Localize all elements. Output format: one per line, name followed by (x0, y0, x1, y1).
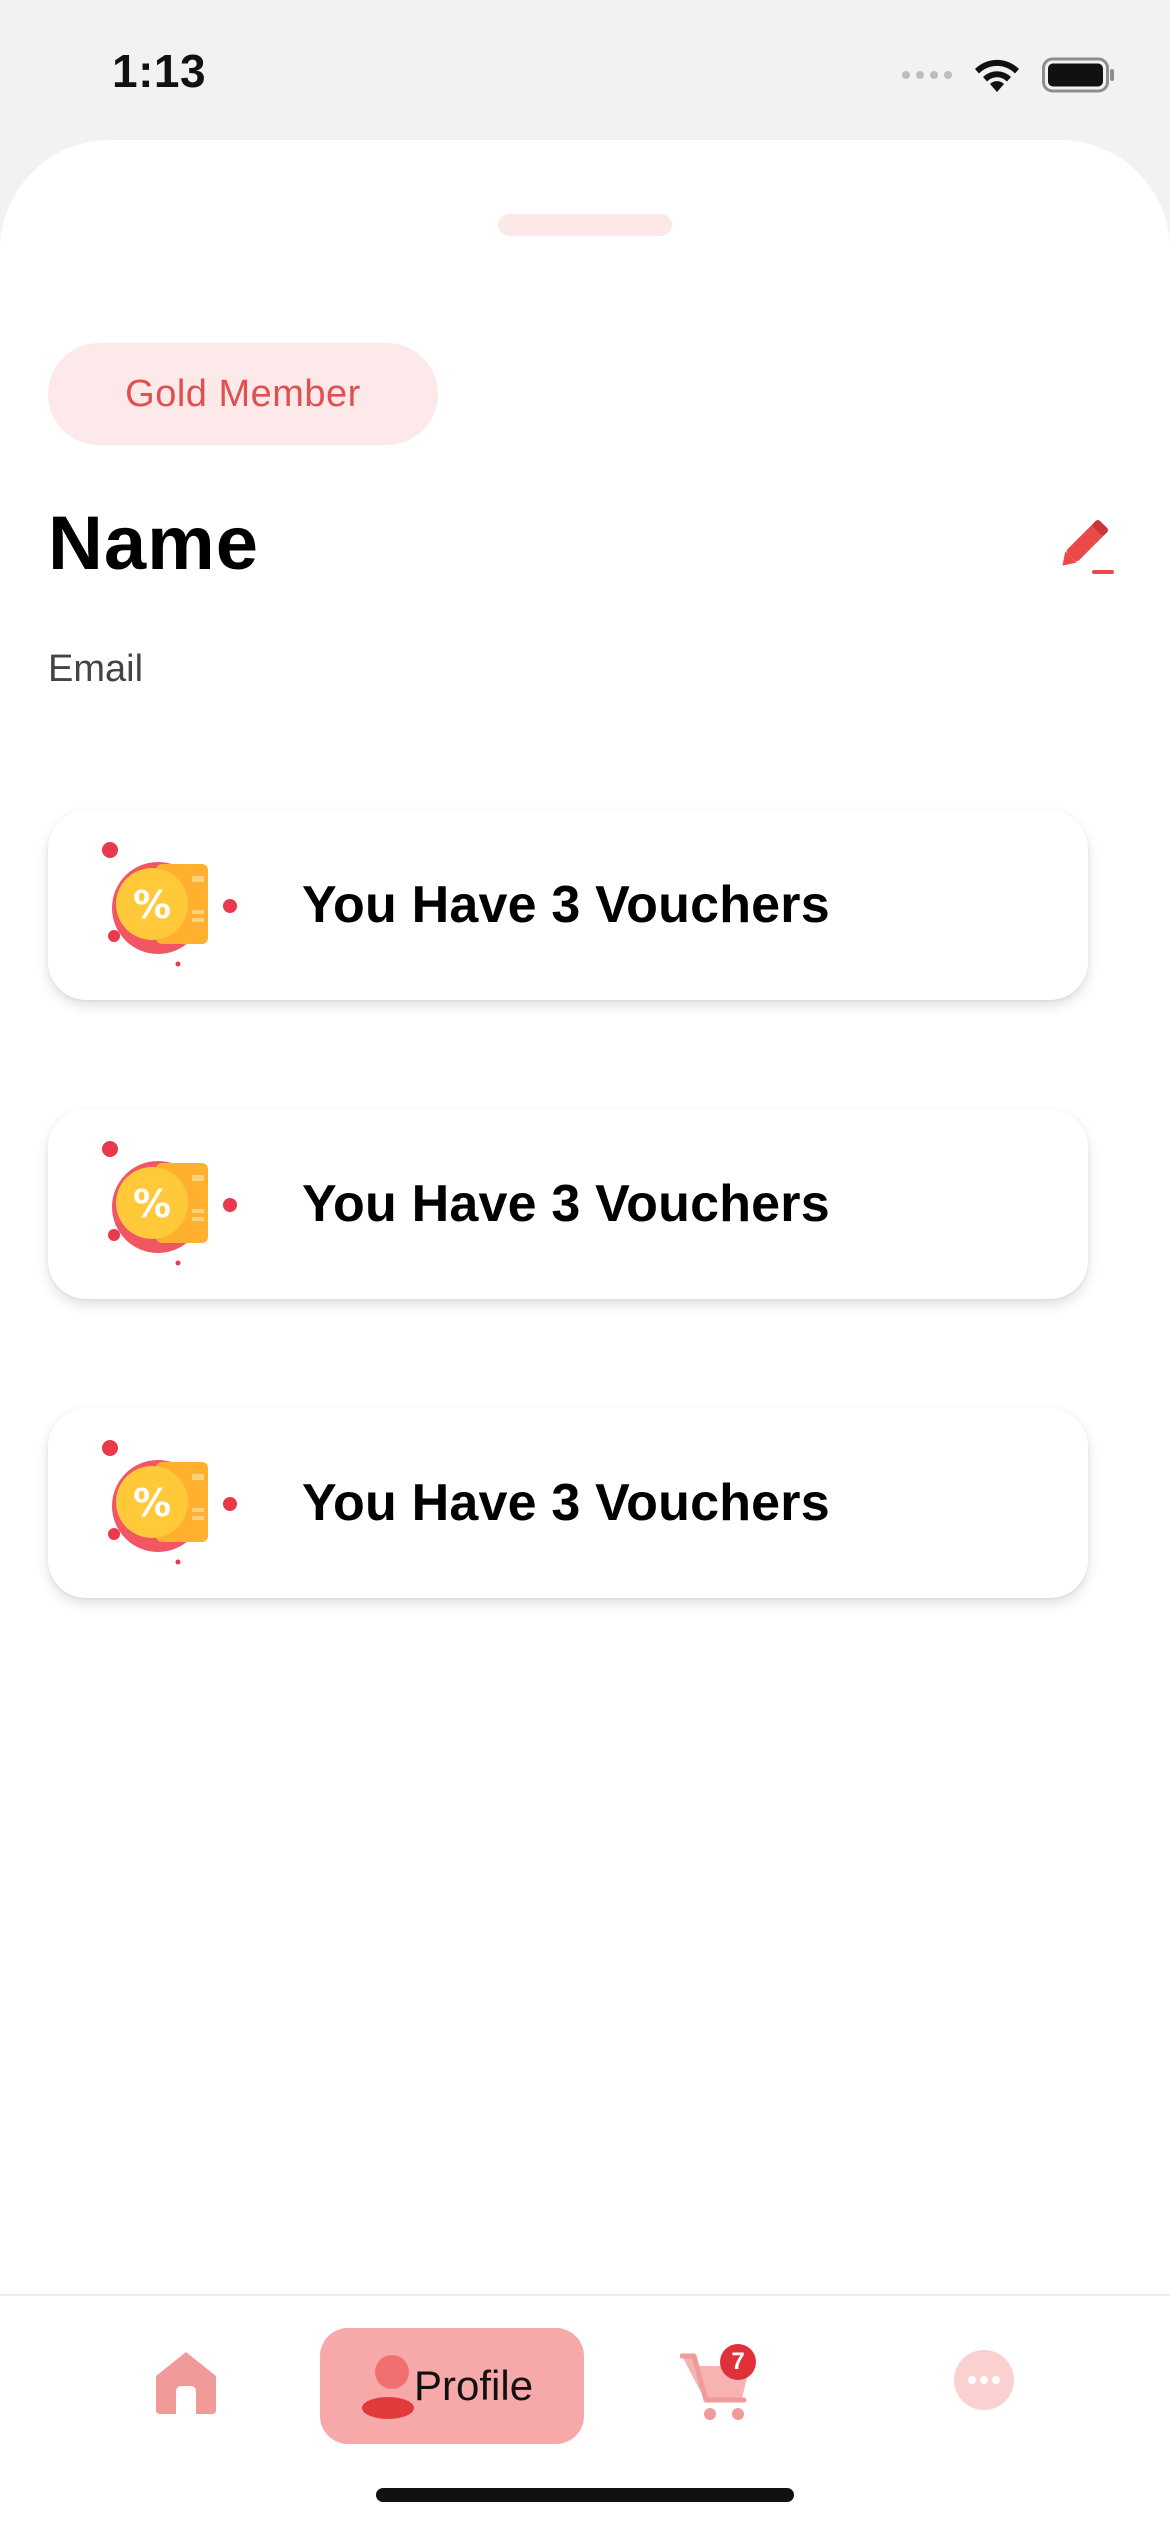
membership-badge-label: Gold Member (125, 372, 361, 415)
svg-text:%: % (133, 1481, 171, 1525)
tab-profile-label: Profile (414, 2362, 534, 2409)
voucher-card[interactable]: % You Have 3 Vouchers (48, 810, 1088, 1000)
svg-text:%: % (133, 1182, 171, 1226)
edit-profile-button[interactable] (1048, 510, 1118, 580)
home-icon (156, 2352, 216, 2414)
profile-email: Email (48, 648, 144, 690)
profile-sheet: Gold Member Name Email (0, 140, 1170, 2532)
voucher-coupon-icon: % (96, 836, 246, 976)
drag-handle[interactable] (498, 214, 672, 236)
wifi-icon (972, 56, 1022, 94)
tab-home[interactable] (150, 2346, 222, 2418)
voucher-card[interactable]: % You Have 3 Vouchers (48, 1109, 1088, 1299)
pencil-icon (1062, 520, 1114, 574)
profile-icon (362, 2355, 414, 2419)
cart-count-badge: 7 (720, 2344, 756, 2380)
tab-profile[interactable]: Profile (320, 2328, 584, 2444)
voucher-coupon-icon: % (96, 1434, 246, 1574)
home-indicator (376, 2488, 794, 2502)
tab-chat[interactable] (952, 2348, 1016, 2412)
status-bar: 1:13 (0, 0, 1170, 140)
status-indicators (902, 50, 1116, 100)
cellular-signal-icon (902, 71, 952, 79)
voucher-card[interactable]: % You Have 3 Vouchers (48, 1408, 1088, 1598)
svg-text:%: % (133, 883, 171, 927)
membership-badge: Gold Member (48, 343, 438, 445)
battery-icon (1042, 57, 1116, 93)
chat-icon (954, 2350, 1014, 2410)
voucher-label: You Have 3 Vouchers (302, 1474, 830, 1532)
voucher-coupon-icon: % (96, 1135, 246, 1275)
voucher-label: You Have 3 Vouchers (302, 1175, 830, 1233)
profile-name: Name (48, 501, 259, 586)
status-time: 1:13 (112, 45, 207, 97)
voucher-label: You Have 3 Vouchers (302, 876, 830, 934)
